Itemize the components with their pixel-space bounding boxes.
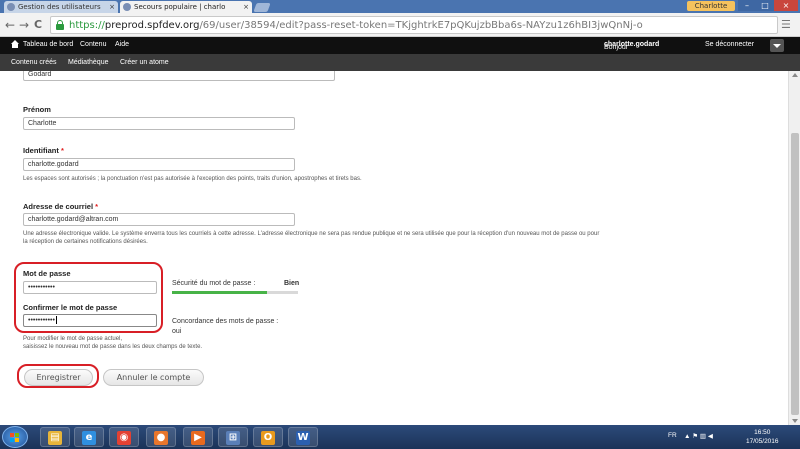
page-favicon-icon [123, 3, 131, 11]
toolbar-link-aide[interactable]: Aide [115, 40, 129, 50]
greeting-text: Bonjour charlotte.godard [604, 41, 660, 51]
system-tray-icons[interactable]: ▲ ⚑ ▥ ◀ [684, 432, 713, 440]
required-marker: * [95, 202, 99, 211]
reload-icon[interactable]: C [34, 18, 42, 32]
page-scrollbar[interactable] [788, 71, 800, 425]
scroll-down-icon[interactable] [792, 419, 798, 423]
language-indicator[interactable]: FR [668, 432, 677, 439]
clock-date: 17/05/2016 [746, 438, 779, 445]
address-bar[interactable]: https://preprod.spfdev.org/69/user/38594… [50, 16, 778, 34]
taskbar-app-button[interactable]: O [253, 427, 283, 447]
shortcut-bar: Contenu créés Médiathèque Créer un atome [0, 54, 800, 71]
admin-toolbar: Tableau de bord Contenu Aide Bonjour cha… [0, 37, 800, 54]
firefox-icon: ● [154, 431, 168, 445]
email-label: Adresse de courriel * [23, 202, 99, 211]
taskbar-app-button[interactable]: ⊞ [218, 427, 248, 447]
page-favicon-icon [7, 3, 15, 11]
email-description-line1: Une adresse électronique valide. Le syst… [23, 231, 600, 237]
tab-secours-populaire[interactable]: Secours populaire | charlo × [120, 1, 252, 13]
scrollbar-thumb[interactable] [791, 133, 799, 415]
prenom-input[interactable]: Charlotte [23, 117, 295, 130]
browser-profile-button[interactable]: Charlotte [687, 1, 735, 11]
lock-icon [56, 20, 64, 30]
tab-gestion-utilisateurs[interactable]: Gestion des utilisateurs × [4, 1, 118, 13]
prenom-label: Prénom [23, 105, 51, 114]
taskbar-app-button[interactable]: ▤ [40, 427, 70, 447]
windows-taskbar: ▤ e ◉ ● ▶ ⊞ O W FR ▲ ⚑ ▥ ◀ 16:50 17/05/2016 [0, 425, 800, 449]
browser-tab-strip: Gestion des utilisateurs × Secours popul… [0, 0, 800, 13]
identifiant-description: Les espaces sont autorisés ; la ponctuat… [23, 176, 362, 182]
confirm-password-input[interactable]: ••••••••••• [23, 314, 157, 327]
password-match-label: Concordance des mots de passe : [172, 318, 279, 325]
email-input[interactable]: charlotte.godard@altran.com [23, 213, 295, 226]
password-strength-label: Sécurité du mot de passe : [172, 280, 256, 287]
close-window-icon[interactable]: × [774, 0, 798, 11]
password-label: Mot de passe [23, 269, 71, 278]
logout-link[interactable]: Se déconnecter [705, 40, 754, 50]
close-tab-icon[interactable]: × [109, 1, 115, 13]
confirm-password-label: Confirmer le mot de passe [23, 303, 118, 312]
media-player-icon: ▶ [191, 431, 205, 445]
taskbar-clock[interactable]: 16:50 17/05/2016 [746, 428, 779, 446]
password-help-line1: Pour modifier le mot de passe actuel, [23, 336, 123, 342]
maximize-icon[interactable]: □ [756, 0, 774, 11]
shortcut-creer-atome[interactable]: Créer un atome [120, 58, 169, 68]
taskbar-app-button[interactable]: ▶ [183, 427, 213, 447]
email-description-line2: la réception de certaines notifications … [23, 239, 148, 245]
internet-explorer-icon: e [82, 431, 96, 445]
browser-toolbar: ← → C https://preprod.spfdev.org/69/user… [0, 13, 800, 37]
password-strength-value: Bien [284, 280, 300, 287]
file-explorer-icon: ▤ [48, 431, 62, 445]
save-button[interactable]: Enregistrer [24, 369, 93, 386]
back-arrow-icon[interactable]: ← [5, 18, 15, 32]
shortcut-contenu-crees[interactable]: Contenu créés [11, 58, 57, 68]
word-icon: W [296, 431, 310, 445]
extension-icon[interactable]: ☰ [781, 18, 791, 32]
outlook-icon: O [261, 431, 275, 445]
taskbar-app-button[interactable]: ● [146, 427, 176, 447]
password-match-value: oui [172, 328, 182, 335]
required-marker: * [60, 146, 64, 155]
nom-input[interactable]: Godard [23, 71, 335, 81]
password-strength-bar [172, 291, 298, 294]
start-button-icon[interactable] [2, 426, 28, 448]
taskbar-app-button[interactable]: e [74, 427, 104, 447]
identifiant-label: Identifiant * [23, 146, 64, 155]
scroll-up-icon[interactable] [792, 73, 798, 77]
password-input[interactable]: ••••••••••• [23, 281, 157, 294]
toolbar-link-tableau-de-bord[interactable]: Tableau de bord [23, 40, 73, 50]
taskbar-app-button[interactable]: W [288, 427, 318, 447]
tab-label: Gestion des utilisateurs [18, 3, 101, 11]
taskbar-app-button[interactable]: ◉ [109, 427, 139, 447]
new-tab-button[interactable] [253, 3, 271, 12]
shortcut-mediatheque[interactable]: Médiathèque [68, 58, 108, 68]
tab-label: Secours populaire | charlo [134, 3, 226, 11]
identifiant-input[interactable]: charlotte.godard [23, 158, 295, 171]
text-caret [55, 316, 57, 325]
url-text: https://preprod.spfdev.org/69/user/38594… [69, 20, 643, 31]
clock-time: 16:50 [754, 429, 771, 436]
cancel-account-button[interactable]: Annuler le compte [103, 369, 204, 386]
network-app-icon: ⊞ [226, 431, 240, 445]
user-edit-form: Godard Prénom Charlotte Identifiant * ch… [0, 71, 787, 425]
toolbar-link-contenu[interactable]: Contenu [80, 40, 106, 50]
password-strength-fill [172, 291, 267, 294]
toolbar-toggle-button[interactable] [770, 39, 784, 52]
close-tab-icon[interactable]: × [243, 1, 249, 13]
home-icon[interactable] [11, 40, 19, 48]
forward-arrow-icon[interactable]: → [19, 18, 29, 32]
password-help-line2: saisissez le nouveau mot de passe dans l… [23, 344, 203, 350]
chrome-icon: ◉ [117, 431, 131, 445]
minimize-icon[interactable]: – [738, 0, 756, 11]
